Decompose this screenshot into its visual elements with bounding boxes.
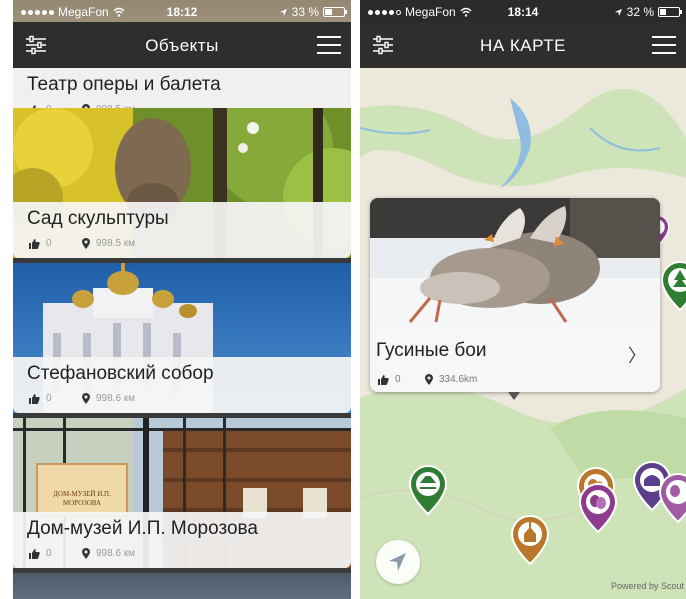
hamburger-icon[interactable] (652, 36, 676, 54)
list-item-title: Дом-музей И.П. Морозова (27, 518, 258, 539)
navigation-arrow-icon (389, 553, 406, 571)
thumbs-up-icon (378, 374, 389, 385)
page-title: НА КАРТЕ (480, 36, 566, 55)
map-pin-icon (82, 548, 90, 559)
app-header: Объекты (13, 22, 351, 68)
list-item-info: Дом-музей И.П. Морозова 0 998.6 км (13, 512, 351, 568)
thumbs-up-icon (29, 393, 40, 404)
location-arrow-icon (614, 8, 622, 16)
thumbs-up-icon (29, 548, 40, 559)
theatre-pin-icon[interactable] (578, 482, 618, 534)
battery-percent: 32 % (626, 5, 654, 19)
distance: 998.5 км (96, 238, 136, 249)
location-arrow-icon (279, 8, 287, 16)
likes-count: 0 (46, 238, 52, 249)
battery-percent: 33 % (291, 5, 319, 19)
theatre-pin-icon[interactable] (658, 472, 686, 524)
popup-title: Гусиные бои (376, 340, 487, 361)
museum-sign-text: ДОМ-МУЗЕЙ И.П. МОРОЗОВА (53, 490, 111, 507)
battery-status: 33 % (279, 5, 347, 19)
map-pin-icon (82, 238, 90, 249)
list-item[interactable]: Стефановский собор 0 998.6 км (13, 263, 351, 413)
app-header: НА КАРТЕ (360, 22, 686, 68)
map-screen: MegaFon 18:14 32 % НА КАРТЕ Гусиные бои … (360, 0, 686, 599)
battery-icon (323, 7, 347, 17)
likes-count: 0 (46, 548, 52, 559)
battery-icon (658, 7, 682, 17)
list-item-info: Стефановский собор 0 998.6 км (13, 357, 351, 413)
map-attribution[interactable]: Powered by Scout (611, 581, 684, 591)
distance: 998.6 км (96, 548, 136, 559)
distance: 334.6km (439, 374, 478, 385)
popup-pointer (508, 392, 520, 400)
list-item-title: Стефановский собор (27, 363, 214, 384)
list-item-title: Сад скульптуры (27, 208, 169, 229)
page-title: Объекты (145, 36, 219, 55)
map-pin-icon (82, 393, 90, 404)
list-item-title: Театр оперы и балета (27, 74, 221, 95)
hamburger-icon[interactable] (317, 36, 341, 54)
thumbs-up-icon (29, 238, 40, 249)
list-item[interactable] (13, 573, 351, 599)
objects-list[interactable]: Театр оперы и балета 0 998.5 км (13, 0, 351, 599)
list-item[interactable]: ДОМ-МУЗЕЙ И.П. МОРОЗОВА Дом-музей И.П. М… (13, 418, 351, 568)
chevron-right-icon[interactable]: 〉 (628, 342, 646, 368)
status-bar: MegaFon 18:12 33 % (13, 0, 351, 22)
place-popup[interactable]: Гусиные бои 〉 0 334.6km (370, 198, 660, 392)
likes-count: 0 (395, 374, 401, 385)
church-pin-icon[interactable] (510, 514, 550, 566)
objects-screen: MegaFon 18:12 33 % Объекты Театр оперы и… (13, 0, 351, 599)
geese-photo (370, 198, 660, 324)
park-pin-icon[interactable] (408, 464, 448, 516)
park-pin-icon[interactable] (660, 260, 686, 312)
map-pin-icon (425, 374, 433, 385)
distance: 998.6 км (96, 393, 136, 404)
likes-count: 0 (46, 393, 52, 404)
list-item[interactable]: Сад скульптуры 0 998.5 км (13, 108, 351, 258)
battery-status: 32 % (614, 5, 682, 19)
status-bar: MegaFon 18:14 32 % (360, 0, 686, 22)
locate-me-button[interactable] (376, 540, 420, 584)
map-view[interactable]: Гусиные бои 〉 0 334.6km Powered by Scout (360, 68, 686, 599)
list-item-info: Сад скульптуры 0 998.5 км (13, 202, 351, 258)
